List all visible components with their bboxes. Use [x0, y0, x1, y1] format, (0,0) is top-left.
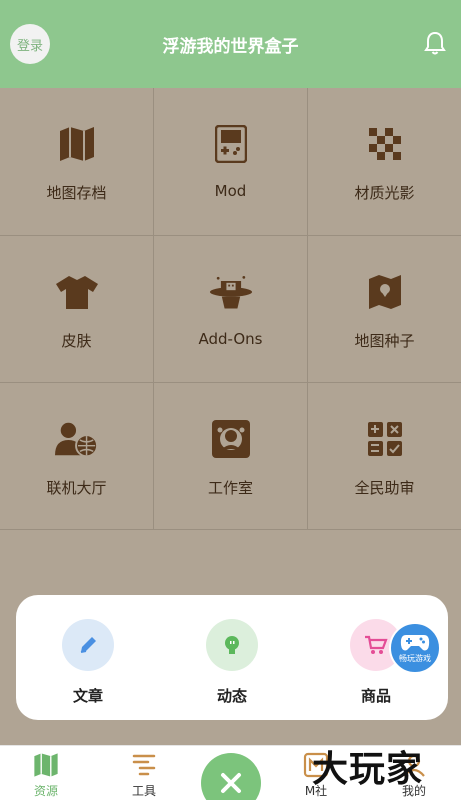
map-icon — [55, 122, 99, 166]
grid-item-label: 皮肤 — [61, 332, 92, 350]
multiplayer-icon — [54, 417, 99, 461]
play-games-float-button[interactable]: 畅玩游戏 — [389, 622, 441, 674]
checker-icon — [363, 122, 407, 166]
resource-grid: 地图存档 Mod 材质光影 皮肤 Add-Ons 地图种子 联机大厅 工作室 全… — [0, 88, 461, 530]
close-icon — [221, 773, 241, 793]
grid-item-skins[interactable]: 皮肤 — [0, 236, 153, 383]
grid-item-label: 地图种子 — [354, 332, 415, 350]
grid-item-studio[interactable]: 工作室 — [154, 383, 307, 530]
tools-icon — [132, 754, 156, 776]
grid-item-label: 联机大厅 — [46, 479, 107, 497]
watermark-logo: 大玩家 — [312, 748, 424, 790]
play-games-label: 畅玩游戏 — [399, 653, 431, 663]
tab-resources[interactable]: 资源 — [11, 752, 81, 799]
grid-item-label: 全民助审 — [354, 479, 415, 497]
post-article-button[interactable]: 文章 — [38, 619, 138, 706]
tab-label: 工具 — [131, 784, 156, 798]
review-icon — [363, 417, 407, 461]
page-title: 浮游我的世界盒子 — [162, 37, 299, 57]
grid-item-mod[interactable]: Mod — [154, 88, 307, 235]
grid-item-label: 材质光影 — [354, 184, 415, 202]
grid-item-map-seeds[interactable]: 地图种子 — [308, 236, 461, 383]
pencil-icon — [62, 619, 114, 671]
map-seed-icon — [363, 270, 407, 314]
grid-item-review[interactable]: 全民助审 — [308, 383, 461, 530]
quick-post-card: 文章 动态 商品 — [16, 595, 448, 720]
gamepad-icon — [400, 634, 430, 650]
app-header: 登录 浮游我的世界盒子 — [0, 0, 461, 88]
tab-tools[interactable]: 工具 — [109, 752, 179, 799]
grid-item-textures[interactable]: 材质光影 — [308, 88, 461, 235]
magic-hat-icon — [209, 270, 253, 314]
grid-item-map-archive[interactable]: 地图存档 — [0, 88, 153, 235]
post-product-label: 商品 — [360, 687, 391, 705]
grid-item-multiplayer[interactable]: 联机大厅 — [0, 383, 153, 530]
grid-item-label: 地图存档 — [46, 184, 107, 202]
bulb-icon — [206, 619, 258, 671]
grid-item-addons[interactable]: Add-Ons — [154, 236, 307, 383]
grid-item-label: Mod — [214, 182, 247, 200]
gameboy-icon — [209, 122, 253, 166]
post-moment-label: 动态 — [216, 687, 247, 705]
tab-label: 资源 — [33, 784, 58, 798]
bell-icon[interactable] — [423, 30, 447, 56]
shirt-icon — [55, 270, 99, 314]
studio-icon — [209, 417, 253, 461]
post-article-label: 文章 — [72, 687, 103, 705]
post-moment-button[interactable]: 动态 — [182, 619, 282, 706]
map-icon — [34, 753, 58, 777]
grid-item-label: 工作室 — [207, 479, 253, 497]
grid-item-label: Add-Ons — [198, 330, 263, 348]
